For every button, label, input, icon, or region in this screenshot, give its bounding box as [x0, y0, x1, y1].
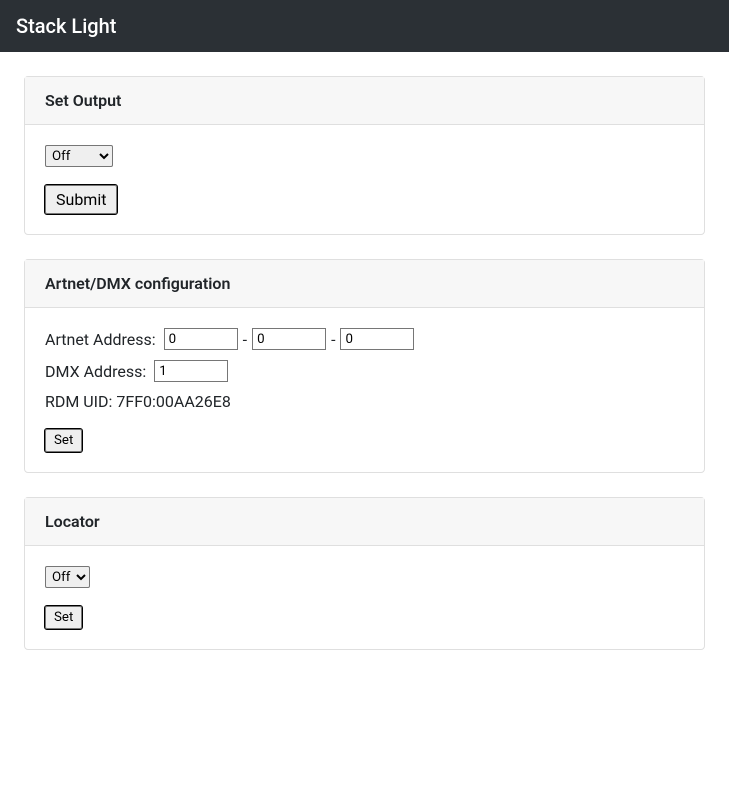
locator-select[interactable]: Off	[45, 566, 90, 588]
output-select[interactable]: Off	[45, 145, 113, 167]
artnet-dmx-card: Artnet/DMX configuration Artnet Address:…	[24, 259, 705, 473]
artnet-dmx-body: Artnet Address: - - DMX Address: RDM UID…	[25, 308, 704, 472]
navbar-title: Stack Light	[16, 14, 116, 38]
navbar: Stack Light	[0, 0, 729, 52]
artnet-address-1-input[interactable]	[164, 328, 238, 350]
rdm-uid-value: 7FF0:00AA26E8	[116, 392, 230, 411]
submit-button[interactable]: Submit	[45, 185, 117, 214]
set-output-body: Off Submit	[25, 125, 704, 234]
separator: -	[243, 330, 247, 349]
main-container: Set Output Off Submit Artnet/DMX configu…	[0, 52, 729, 698]
rdm-uid-row: RDM UID: 7FF0:00AA26E8	[45, 392, 684, 411]
artnet-set-button[interactable]: Set	[45, 429, 82, 452]
artnet-dmx-heading: Artnet/DMX configuration	[25, 260, 704, 308]
separator: -	[331, 330, 335, 349]
set-output-heading: Set Output	[25, 77, 704, 125]
dmx-address-input[interactable]	[154, 360, 228, 382]
set-output-card: Set Output Off Submit	[24, 76, 705, 235]
locator-set-button[interactable]: Set	[45, 606, 82, 629]
dmx-address-label: DMX Address:	[45, 362, 146, 381]
rdm-uid-label: RDM UID:	[45, 392, 112, 411]
locator-card: Locator Off Set	[24, 497, 705, 650]
artnet-address-3-input[interactable]	[340, 328, 414, 350]
locator-body: Off Set	[25, 546, 704, 649]
locator-heading: Locator	[25, 498, 704, 546]
artnet-address-2-input[interactable]	[252, 328, 326, 350]
artnet-address-label: Artnet Address:	[45, 330, 156, 349]
